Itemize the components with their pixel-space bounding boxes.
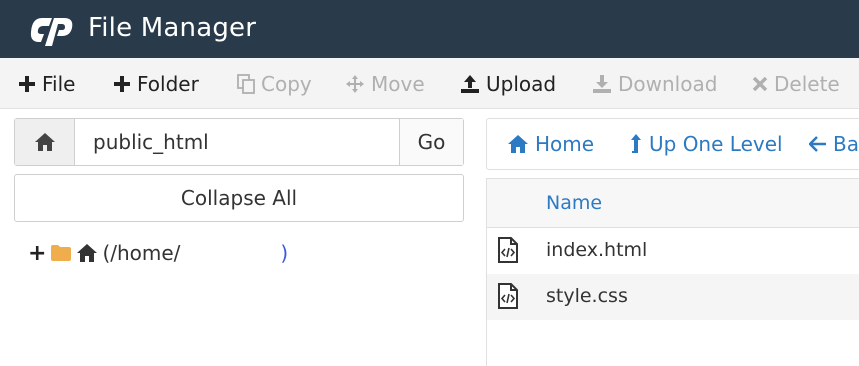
up-one-level-button[interactable]: Up One Level — [629, 119, 783, 169]
copy-icon — [237, 73, 255, 94]
navigation-bar: Home Up One Level Ba — [486, 118, 859, 170]
table-header: Name — [487, 178, 859, 228]
table-row[interactable]: style.css — [487, 274, 859, 320]
tree-root-item[interactable]: + (/home/ ) — [28, 238, 288, 268]
table-row[interactable]: index.html — [487, 228, 859, 274]
upload-button[interactable]: Upload — [460, 58, 556, 109]
file-list-panel: Home Up One Level Ba Name index.html sty… — [478, 110, 859, 366]
move-button[interactable]: Move — [345, 58, 425, 109]
tree-root-label: (/home/ — [102, 241, 181, 265]
download-button[interactable]: Download — [592, 58, 717, 109]
file-name: index.html — [546, 239, 648, 261]
arrow-left-icon — [809, 136, 826, 152]
tree-root-label-end: ) — [280, 241, 289, 265]
file-name: style.css — [546, 285, 628, 307]
upload-label: Upload — [486, 71, 557, 96]
home-nav-button[interactable]: Home — [507, 119, 594, 169]
collapse-all-button[interactable]: Collapse All — [14, 174, 464, 222]
go-button[interactable]: Go — [399, 119, 463, 165]
copy-label: Copy — [261, 71, 312, 96]
path-bar: Go — [14, 118, 464, 166]
toolbar: File Folder Copy Move Upload Download De… — [0, 58, 859, 109]
back-button[interactable]: Ba — [809, 119, 859, 169]
new-file-button[interactable]: File — [18, 58, 75, 109]
level-up-icon — [631, 134, 641, 153]
code-file-icon — [498, 237, 518, 263]
path-input[interactable] — [75, 119, 400, 165]
copy-button[interactable]: Copy — [237, 58, 312, 109]
move-icon — [346, 74, 364, 93]
new-file-label: File — [42, 71, 76, 96]
up-one-level-label: Up One Level — [649, 132, 783, 156]
file-table: Name index.html style.css — [486, 178, 859, 366]
new-folder-button[interactable]: Folder — [113, 58, 199, 109]
delete-button[interactable]: Delete — [752, 58, 840, 109]
home-icon — [34, 133, 55, 151]
download-label: Download — [618, 71, 718, 96]
move-label: Move — [371, 71, 425, 96]
upload-icon — [461, 74, 479, 93]
code-file-icon — [498, 283, 518, 309]
home-icon — [508, 135, 528, 153]
expand-icon[interactable]: + — [28, 241, 46, 266]
home-nav-label: Home — [535, 132, 595, 156]
plus-icon — [19, 75, 35, 92]
directory-tree-panel: Go Collapse All + (/home/ ) — [0, 110, 478, 366]
folder-icon — [51, 245, 72, 261]
back-label: Ba — [833, 132, 859, 156]
close-icon — [752, 76, 768, 91]
name-column-header[interactable]: Name — [546, 192, 602, 214]
new-folder-label: Folder — [137, 71, 199, 96]
cpanel-logo-icon[interactable] — [28, 12, 76, 46]
delete-label: Delete — [774, 71, 840, 96]
app-header: File Manager — [0, 0, 859, 58]
plus-icon — [114, 75, 130, 92]
app-title: File Manager — [88, 13, 257, 43]
home-icon — [77, 244, 98, 262]
download-icon — [593, 74, 611, 93]
path-home-button[interactable] — [15, 119, 75, 165]
